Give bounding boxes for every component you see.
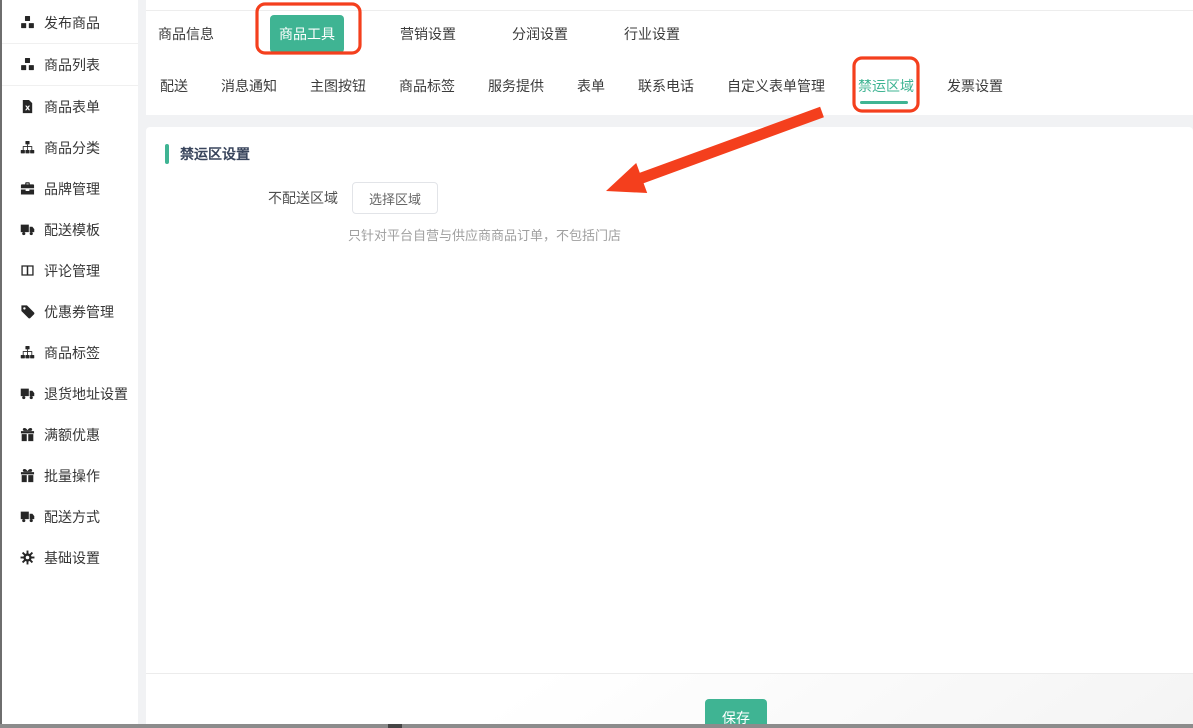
- sidebar: 发布商品 商品列表 商品表单 商品分类 品牌管理 配送模板 评论管理: [0, 0, 138, 724]
- no-delivery-zone-label: 不配送区域: [268, 188, 338, 208]
- tab-marketing-settings[interactable]: 营销设置: [400, 24, 456, 44]
- truck-icon: [19, 386, 35, 402]
- gear-icon: [19, 550, 35, 566]
- sidebar-item-delivery-template[interactable]: 配送模板: [0, 209, 138, 250]
- window-bottom-scrollbar-thumb[interactable]: [388, 724, 402, 728]
- sidebar-item-label: 商品表单: [44, 97, 100, 117]
- sidebar-item-product-category[interactable]: 商品分类: [0, 127, 138, 168]
- subtab-invoice-settings[interactable]: 发票设置: [947, 57, 1003, 115]
- gift-icon: [19, 427, 35, 443]
- cubes-icon: [19, 15, 35, 31]
- section-accent-bar: [165, 144, 169, 164]
- tab-card: 商品信息 商品工具 营销设置 分润设置 行业设置 配送 消息通知 主图按钮 商品…: [146, 0, 1193, 115]
- tab-industry-settings[interactable]: 行业设置: [624, 24, 680, 44]
- window-left-edge: [0, 0, 2, 728]
- sitemap-icon: [19, 345, 35, 361]
- sidebar-item-comment-management[interactable]: 评论管理: [0, 250, 138, 291]
- sidebar-item-label: 批量操作: [44, 466, 100, 486]
- columns-icon: [19, 263, 35, 279]
- sidebar-item-label: 基础设置: [44, 548, 100, 568]
- tab-product-tools[interactable]: 商品工具: [270, 15, 344, 53]
- sidebar-item-label: 品牌管理: [44, 179, 100, 199]
- truck-icon: [19, 222, 35, 238]
- tab-product-info[interactable]: 商品信息: [158, 24, 214, 44]
- sidebar-item-label: 优惠券管理: [44, 302, 114, 322]
- sidebar-item-label: 发布商品: [44, 13, 100, 33]
- sidebar-item-delivery-method[interactable]: 配送方式: [0, 496, 138, 537]
- subtab-service-provide[interactable]: 服务提供: [488, 57, 544, 115]
- gift-icon: [19, 468, 35, 484]
- sidebar-item-product-tags[interactable]: 商品标签: [0, 332, 138, 373]
- sidebar-item-label: 满额优惠: [44, 425, 100, 445]
- sitemap-icon: [19, 140, 35, 156]
- tab-profit-sharing-settings[interactable]: 分润设置: [512, 24, 568, 44]
- sidebar-item-publish-product[interactable]: 发布商品: [0, 2, 138, 43]
- field-help-text: 只针对平台自营与供应商商品订单，不包括门店: [348, 225, 621, 244]
- subtab-form[interactable]: 表单: [577, 57, 605, 115]
- subtab-product-tags[interactable]: 商品标签: [399, 57, 455, 115]
- subtab-message-notification[interactable]: 消息通知: [221, 57, 277, 115]
- sidebar-item-basic-settings[interactable]: 基础设置: [0, 537, 138, 578]
- sidebar-item-label: 商品标签: [44, 343, 100, 363]
- footer-bar: 保存: [146, 673, 1193, 728]
- subtab-forbidden-shipping-zone[interactable]: 禁运区域: [858, 57, 914, 115]
- sidebar-item-brand-management[interactable]: 品牌管理: [0, 168, 138, 209]
- no-delivery-zone-field: 不配送区域 选择区域: [268, 182, 438, 214]
- subtab-main-image-button[interactable]: 主图按钮: [310, 57, 366, 115]
- truck-icon: [19, 509, 35, 525]
- sidebar-item-full-amount-discount[interactable]: 满额优惠: [0, 414, 138, 455]
- sidebar-item-batch-operation[interactable]: 批量操作: [0, 455, 138, 496]
- sidebar-item-label: 配送方式: [44, 507, 100, 527]
- cubes-icon: [19, 57, 35, 73]
- sidebar-item-return-address-settings[interactable]: 退货地址设置: [0, 373, 138, 414]
- sidebar-item-label: 评论管理: [44, 261, 100, 281]
- sub-tab-bar: 配送 消息通知 主图按钮 商品标签 服务提供 表单 联系电话 自定义表单管理 禁…: [146, 57, 1193, 115]
- section-header: 禁运区设置: [165, 144, 250, 164]
- sidebar-item-label: 商品列表: [44, 55, 100, 75]
- section-title: 禁运区设置: [180, 144, 250, 164]
- file-excel-icon: [19, 99, 35, 115]
- sidebar-item-product-list[interactable]: 商品列表: [0, 44, 138, 85]
- window-bottom-bar: [0, 724, 1193, 728]
- main-content-card: 禁运区设置 不配送区域 选择区域 只针对平台自营与供应商商品订单，不包括门店: [146, 127, 1193, 673]
- select-region-button[interactable]: 选择区域: [352, 182, 438, 214]
- briefcase-icon: [19, 181, 35, 197]
- tag-icon: [19, 304, 35, 320]
- sidebar-item-label: 退货地址设置: [44, 384, 128, 404]
- admin-page: 发布商品 商品列表 商品表单 商品分类 品牌管理 配送模板 评论管理: [0, 0, 1193, 728]
- sidebar-item-label: 商品分类: [44, 138, 100, 158]
- subtab-custom-form-management[interactable]: 自定义表单管理: [727, 57, 825, 115]
- subtab-delivery[interactable]: 配送: [160, 57, 188, 115]
- sidebar-item-coupon-management[interactable]: 优惠券管理: [0, 291, 138, 332]
- sidebar-item-product-form[interactable]: 商品表单: [0, 86, 138, 127]
- sidebar-item-label: 配送模板: [44, 220, 100, 240]
- top-tab-bar: 商品信息 商品工具 营销设置 分润设置 行业设置: [146, 10, 1193, 57]
- subtab-contact-phone[interactable]: 联系电话: [638, 57, 694, 115]
